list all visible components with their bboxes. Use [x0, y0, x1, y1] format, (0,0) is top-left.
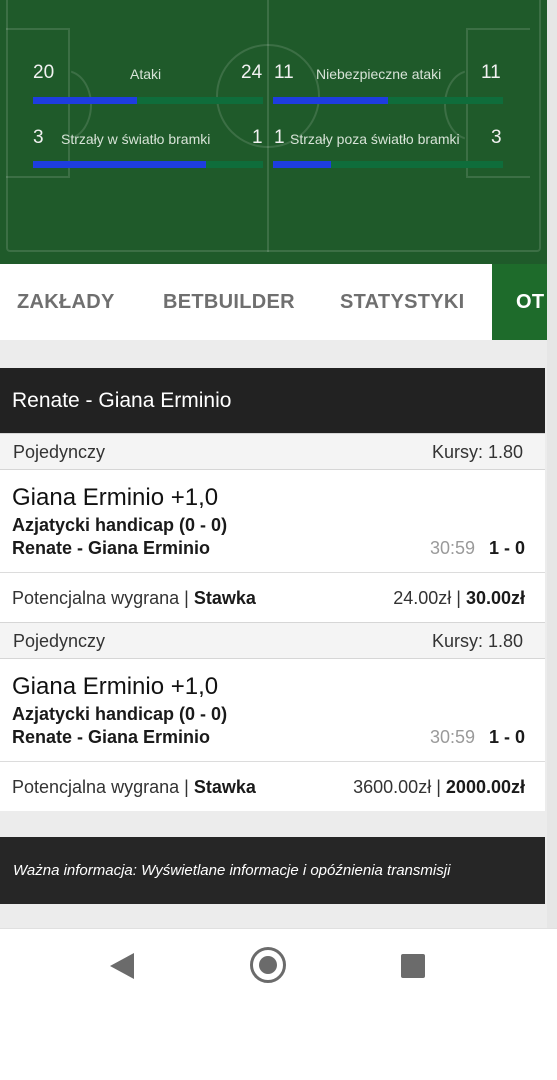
stat-shots-on-target-away: 1: [252, 127, 263, 148]
bet-slip-title: Renate - Giana Erminio: [0, 368, 545, 433]
tab-statystyki[interactable]: STATYSTYKI: [340, 264, 464, 340]
live-pitch: 20 Ataki 24 11 Niebezpieczne ataki 11 3 …: [0, 0, 547, 264]
stat-shots-off-target-bar-fill: [273, 161, 331, 168]
tab-zaklady[interactable]: ZAKŁADY: [17, 264, 115, 340]
bet-pick: Giana Erminio +1,0: [12, 484, 219, 511]
bet-amounts: 3600.00zł | 2000.00zł: [353, 762, 525, 812]
stake-value: 30.00zł: [465, 588, 525, 608]
bet-market: Azjatycki handicap (0 - 0): [12, 704, 228, 724]
home-icon[interactable]: [250, 947, 286, 983]
bet-type-label: Pojedynczy: [13, 442, 106, 462]
stat-attacks-home: 20: [33, 62, 55, 83]
scrollbar-track[interactable]: [547, 0, 557, 928]
bet-amounts: 24.00zł | 30.00zł: [393, 573, 525, 623]
payout-value: 3600.00zł: [353, 777, 432, 797]
bet-match-time: 30:59: [429, 538, 475, 558]
bet-event: Renate - Giana Erminio: [12, 538, 211, 558]
bet-type-row: Pojedynczy Kursy: 1.80: [0, 433, 545, 470]
payout-label: Potencjalna wygrana: [12, 588, 180, 608]
payout-value: 24.00zł: [393, 588, 452, 608]
bet-match-score: 1 - 0: [488, 727, 525, 747]
stat-dangerous-attacks-bar-fill: [273, 97, 388, 104]
stat-attacks-label: Ataki: [130, 66, 162, 82]
bet-selection[interactable]: Giana Erminio +1,0 Azjatycki handicap (0…: [0, 470, 545, 572]
important-info-banner: Ważna informacja: Wyświetlane informacje…: [0, 837, 545, 904]
tab-bar: ZAKŁADY BETBUILDER STATYSTYKI OT: [0, 264, 547, 340]
stat-shots-off-target-bar: [273, 161, 503, 168]
stake-label: Stawka: [193, 588, 256, 608]
stat-attacks-bar-fill: [33, 97, 137, 104]
stat-dangerous-attacks-home: 11: [274, 62, 294, 83]
bet-pick: Giana Erminio +1,0: [12, 673, 219, 700]
bet-type-label: Pojedynczy: [13, 631, 106, 651]
label-separator: |: [184, 588, 189, 608]
stat-attacks-away: 24: [241, 62, 263, 83]
stake-value: 2000.00zł: [445, 777, 525, 797]
bet-type-row: Pojedynczy Kursy: 1.80: [0, 622, 545, 659]
bet-event: Renate - Giana Erminio: [12, 727, 211, 747]
stat-shots-off-target-away: 3: [491, 127, 502, 148]
bet-market: Azjatycki handicap (0 - 0): [12, 515, 228, 535]
stat-shots-off-target-label: Strzały poza światło bramki: [290, 131, 460, 147]
recents-icon[interactable]: [401, 954, 425, 978]
stat-dangerous-attacks-bar: [273, 97, 503, 104]
bet-odds: Kursy: 1.80: [431, 631, 523, 651]
stat-shots-on-target-bar-fill: [33, 161, 206, 168]
bet-selection[interactable]: Giana Erminio +1,0 Azjatycki handicap (0…: [0, 659, 545, 761]
amount-separator: |: [436, 777, 441, 797]
stat-dangerous-attacks-away: 11: [481, 62, 501, 83]
system-nav-bar: [0, 928, 557, 1080]
amount-separator: |: [456, 588, 461, 608]
bet-slip-card: Renate - Giana Erminio Pojedynczy Kursy:…: [0, 368, 545, 811]
stat-shots-on-target-bar: [33, 161, 263, 168]
tab-betbuilder[interactable]: BETBUILDER: [163, 264, 295, 340]
stat-dangerous-attacks-label: Niebezpieczne ataki: [316, 66, 442, 82]
stat-shots-on-target-home: 3: [33, 127, 44, 148]
bet-stake-row: Potencjalna wygrana | Stawka 3600.00zł |…: [0, 761, 545, 811]
payout-label: Potencjalna wygrana: [12, 777, 180, 797]
label-separator: |: [184, 777, 189, 797]
bet-stake-row: Potencjalna wygrana | Stawka 24.00zł | 3…: [0, 572, 545, 622]
stake-label: Stawka: [193, 777, 256, 797]
tab-other[interactable]: OT: [492, 264, 547, 340]
stat-shots-on-target-label: Strzały w światło bramki: [61, 131, 211, 147]
stat-attacks-bar: [33, 97, 263, 104]
bet-match-time: 30:59: [429, 727, 475, 747]
bet-odds: Kursy: 1.80: [431, 442, 523, 462]
stat-shots-off-target-home: 1: [274, 127, 285, 148]
back-icon[interactable]: [110, 953, 134, 979]
bet-match-score: 1 - 0: [488, 538, 525, 558]
